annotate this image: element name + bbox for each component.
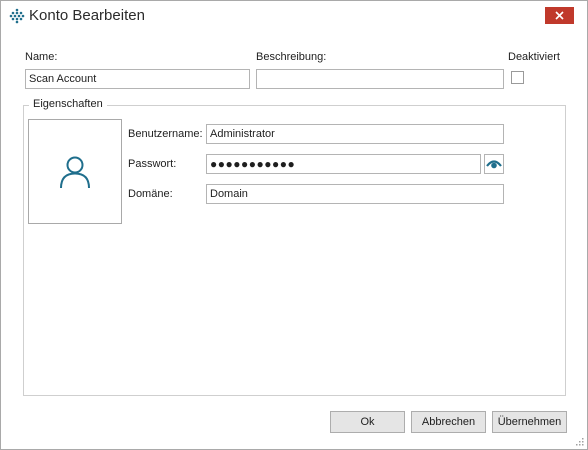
properties-group-label: Eigenschaften bbox=[29, 98, 107, 110]
cancel-button[interactable]: Abbrechen bbox=[411, 411, 486, 433]
close-button[interactable] bbox=[545, 7, 574, 24]
description-field[interactable] bbox=[256, 69, 504, 89]
username-label: Benutzername: bbox=[128, 128, 203, 140]
dialog-window: Konto Bearbeiten Name: Beschreibung: Dea… bbox=[0, 0, 588, 450]
ok-button[interactable]: Ok bbox=[330, 411, 405, 433]
username-field[interactable] bbox=[206, 124, 504, 144]
close-x-icon bbox=[555, 11, 564, 20]
resize-grip-icon[interactable] bbox=[575, 437, 584, 446]
name-label: Name: bbox=[25, 51, 58, 63]
disabled-label: Deaktiviert bbox=[508, 51, 560, 63]
password-field[interactable]: ●●●●●●●●●●● bbox=[206, 154, 481, 174]
title-bar[interactable]: Konto Bearbeiten bbox=[1, 1, 587, 31]
avatar bbox=[28, 119, 122, 224]
apply-button[interactable]: Übernehmen bbox=[492, 411, 567, 433]
description-label: Beschreibung: bbox=[256, 51, 327, 63]
dot-grid-icon bbox=[9, 8, 25, 24]
user-icon bbox=[60, 156, 90, 188]
eye-icon bbox=[486, 160, 502, 169]
domain-label: Domäne: bbox=[128, 188, 173, 200]
name-field[interactable] bbox=[25, 69, 250, 89]
window-title: Konto Bearbeiten bbox=[29, 7, 145, 24]
show-password-button[interactable] bbox=[484, 154, 504, 174]
disabled-checkbox[interactable] bbox=[511, 71, 524, 84]
domain-field[interactable] bbox=[206, 184, 504, 204]
password-label: Passwort: bbox=[128, 158, 177, 170]
